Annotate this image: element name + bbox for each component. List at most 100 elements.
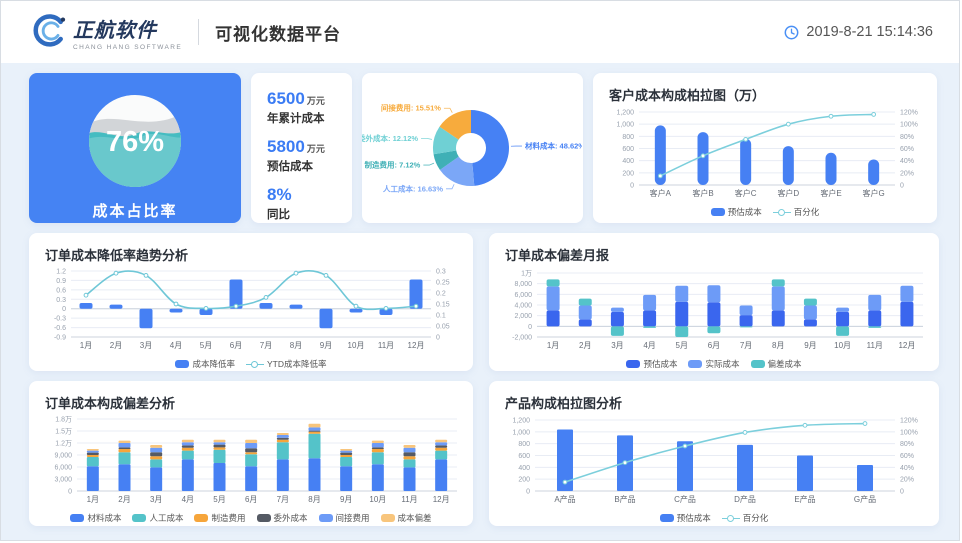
svg-text:0: 0 — [526, 489, 530, 496]
svg-text:40%: 40% — [900, 158, 914, 165]
svg-text:800: 800 — [622, 134, 634, 141]
svg-text:7月: 7月 — [740, 341, 752, 350]
datetime-text: 2019-8-21 15:14:36 — [806, 24, 933, 40]
dashboard-content: 76% 成本占比率 6500万元 年累计成本 5800万元 预估成本 8% 同比 — [1, 63, 959, 541]
svg-text:1.8万: 1.8万 — [55, 416, 72, 424]
liquid-gauge-chart[interactable]: 76% — [29, 79, 241, 197]
legend-bar-marker — [751, 360, 765, 368]
chart-title: 客户成本构成柏拉图（万） — [601, 81, 929, 106]
row-3: 订单成本构成偏差分析 03,0006,0009,0001.2万1.5万1.8万1… — [29, 381, 937, 526]
chart-title: 订单成本降低率趋势分析 — [37, 241, 465, 266]
legend-bar-marker — [711, 208, 725, 216]
svg-text:人工成本: 16.63%: 人工成本: 16.63% — [383, 183, 443, 193]
order-cost-deviation-chart[interactable]: -2,00002,0004,0006,0008,0001万1月2月3月4月5月6… — [497, 266, 931, 352]
stat-label: 同比 — [267, 206, 352, 222]
stat-unit: 万元 — [307, 96, 325, 106]
legend-item-成本降低率[interactable]: 成本降低率 — [175, 358, 235, 370]
svg-text:120%: 120% — [900, 418, 918, 425]
page-title: 可视化数据平台 — [215, 20, 341, 45]
legend-label: 制造费用 — [211, 512, 245, 524]
svg-text:客户D: 客户D — [777, 188, 799, 198]
cost-structure-donut-chart[interactable]: 材料成本: 48.62%人工成本: 16.63%制造费用: 7.12%委外成本:… — [362, 75, 582, 221]
svg-text:1.5万: 1.5万 — [55, 428, 72, 436]
legend-item-预估成本[interactable]: 预估成本 — [711, 206, 762, 218]
brand-logo-icon — [31, 12, 67, 53]
legend-item-成本偏差[interactable]: 成本偏差 — [381, 512, 432, 524]
svg-text:2,000: 2,000 — [514, 313, 532, 320]
svg-text:客户E: 客户E — [820, 188, 841, 198]
cost-reduction-trend-chart[interactable]: -0.9-0.6-0.300.30.60.91.200.050.10.150.2… — [37, 266, 465, 352]
svg-text:1月: 1月 — [87, 495, 99, 504]
legend-item-材料成本[interactable]: 材料成本 — [70, 512, 121, 524]
svg-text:客户G: 客户G — [863, 188, 885, 198]
svg-text:8月: 8月 — [308, 495, 320, 504]
legend-label: 材料成本 — [87, 512, 121, 524]
svg-text:0.9: 0.9 — [56, 278, 66, 285]
gauge-label: 成本占比率 — [29, 200, 241, 221]
legend-item-制造费用[interactable]: 制造费用 — [194, 512, 245, 524]
legend-line-marker — [722, 514, 740, 522]
svg-text:8月: 8月 — [772, 341, 784, 350]
svg-text:3月: 3月 — [140, 341, 152, 350]
svg-text:-2,000: -2,000 — [512, 335, 532, 342]
stat-label: 预估成本 — [267, 158, 352, 174]
row-2: 订单成本降低率趋势分析 -0.9-0.6-0.300.30.60.91.200.… — [29, 233, 937, 371]
chart-legend: 材料成本人工成本 制造费用 委外成本间接费用 成本偏差 — [37, 512, 465, 524]
legend-item-委外成本[interactable]: 委外成本 — [257, 512, 308, 524]
legend-item-预估成本[interactable]: 预估成本 — [626, 358, 677, 370]
stat-yoy: 8% 同比 — [267, 185, 352, 222]
legend-bar-marker — [257, 514, 271, 522]
svg-text:客户C: 客户C — [735, 188, 757, 198]
stat-value: 8% — [267, 185, 292, 204]
stat-label: 年累计成本 — [267, 110, 352, 126]
legend-bar-marker — [175, 360, 189, 368]
legend-label: 百分化 — [794, 206, 820, 218]
chart-legend: 预估成本百分化 — [497, 512, 931, 524]
legend-label: 预估成本 — [643, 358, 677, 370]
legend-label: 成本偏差 — [398, 512, 432, 524]
svg-text:60%: 60% — [900, 146, 914, 153]
svg-text:200: 200 — [622, 170, 634, 177]
svg-text:4月: 4月 — [170, 341, 182, 350]
customer-pareto-chart[interactable]: 02004006008001,0001,200020%40%60%80%100%… — [601, 106, 929, 200]
svg-text:100%: 100% — [900, 429, 918, 436]
legend-item-间接费用[interactable]: 间接费用 — [319, 512, 370, 524]
svg-text:2月: 2月 — [579, 341, 591, 350]
svg-text:4月: 4月 — [643, 341, 655, 350]
chart-title: 产品构成柏拉图分析 — [497, 389, 931, 414]
svg-text:A产品: A产品 — [554, 494, 575, 504]
chart-legend: 预估成本 百分化 — [601, 206, 929, 218]
svg-text:120%: 120% — [900, 110, 918, 117]
svg-text:80%: 80% — [900, 134, 914, 141]
svg-text:5月: 5月 — [213, 495, 225, 504]
legend-label: 委外成本 — [274, 512, 308, 524]
svg-text:600: 600 — [518, 453, 530, 460]
order-cost-deviation-card: 订单成本偏差月报 -2,00002,0004,0006,0008,0001万1月… — [489, 233, 939, 371]
svg-text:客户A: 客户A — [650, 188, 672, 198]
legend-item-百分化[interactable]: 百分化 — [722, 512, 769, 524]
brand-subtitle: CHANG HANG SOFTWARE — [73, 44, 182, 51]
svg-text:1月: 1月 — [80, 341, 92, 350]
svg-text:间接费用: 15.51%: 间接费用: 15.51% — [381, 103, 441, 113]
svg-text:12月: 12月 — [433, 495, 450, 504]
svg-text:9月: 9月 — [804, 341, 816, 350]
legend-item-人工成本[interactable]: 人工成本 — [132, 512, 183, 524]
svg-text:12月: 12月 — [898, 341, 915, 350]
legend-item-实际成本[interactable]: 实际成本 — [688, 358, 739, 370]
legend-item-预估成本[interactable]: 预估成本 — [660, 512, 711, 524]
legend-bar-marker — [660, 514, 674, 522]
product-pareto-chart[interactable]: 02004006008001,0001,200020%40%60%80%100%… — [497, 414, 931, 506]
svg-text:10月: 10月 — [369, 495, 386, 504]
order-cost-composition-chart[interactable]: 03,0006,0009,0001.2万1.5万1.8万1月2月3月4月5月6月… — [37, 414, 465, 506]
svg-text:3月: 3月 — [611, 341, 623, 350]
legend-item-百分化[interactable]: 百分化 — [773, 206, 820, 218]
svg-text:10月: 10月 — [348, 341, 365, 350]
svg-text:D产品: D产品 — [734, 494, 756, 504]
svg-text:C产品: C产品 — [674, 494, 696, 504]
svg-text:11月: 11月 — [401, 495, 417, 504]
legend-item-偏差成本[interactable]: 偏差成本 — [751, 358, 802, 370]
svg-text:10月: 10月 — [834, 341, 851, 350]
legend-item-YTD成本降低率[interactable]: YTD成本降低率 — [246, 358, 327, 370]
legend-label: 偏差成本 — [768, 358, 802, 370]
svg-text:20%: 20% — [900, 477, 914, 484]
